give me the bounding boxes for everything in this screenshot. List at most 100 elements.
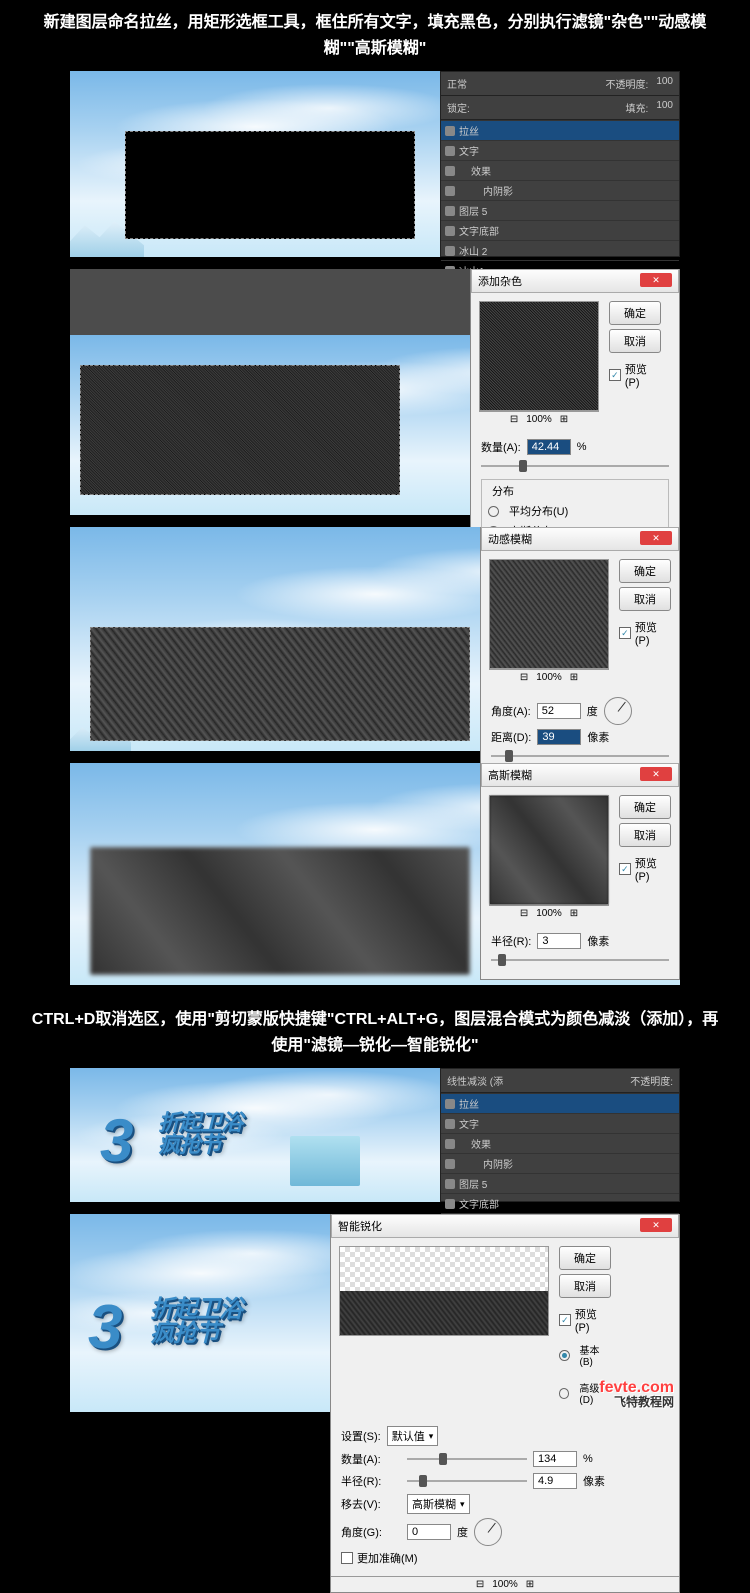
preview-image	[340, 1291, 548, 1335]
zoom-minus-icon[interactable]: ⊟	[476, 1579, 484, 1590]
distance-slider[interactable]	[491, 749, 669, 763]
amount-input[interactable]: 42.44	[527, 439, 571, 455]
zoom-minus-icon[interactable]: ⊟	[520, 908, 528, 919]
dialog-titlebar[interactable]: 动感模糊 ✕	[481, 527, 679, 551]
layer-name: 拉丝	[459, 123, 479, 138]
layer-row[interactable]: 图层 5	[441, 200, 679, 220]
radius-input[interactable]: 3	[537, 933, 581, 949]
visibility-icon[interactable]	[445, 1139, 455, 1149]
radius-slider[interactable]	[407, 1474, 527, 1488]
layer-row[interactable]: 文字	[441, 140, 679, 160]
visibility-icon[interactable]	[445, 1119, 455, 1129]
layer-row[interactable]: 文字底部	[441, 1193, 679, 1213]
layer-row[interactable]: 内阴影	[441, 1153, 679, 1173]
visibility-icon[interactable]	[445, 1199, 455, 1209]
preview-checkbox[interactable]: ✓	[619, 627, 631, 639]
remove-select[interactable]: 高斯模糊	[407, 1494, 470, 1514]
canvas-sky	[70, 71, 440, 257]
section-result: 3 折起卫浴 疯抢节 线性减淡 (添 不透明度: 拉丝文字效果内阴影图层 5文字…	[70, 1068, 680, 1202]
amount-input[interactable]: 134	[533, 1451, 577, 1467]
zoom-plus-icon[interactable]: ⊞	[526, 1579, 534, 1590]
3d-number: 3	[88, 1292, 121, 1363]
layer-row[interactable]: 图层 5	[441, 1173, 679, 1193]
preview-zoom: ⊟ 100% ⊞	[479, 411, 599, 427]
layers-panel: 正常 不透明度: 100 锁定: 填充: 100 拉丝文字效果内阴影图层 5文字…	[440, 71, 680, 257]
layer-row[interactable]: 文字底部	[441, 220, 679, 240]
visibility-icon[interactable]	[445, 246, 455, 256]
uniform-radio[interactable]	[488, 506, 499, 517]
preview-checkbox[interactable]: ✓	[619, 863, 631, 875]
visibility-icon[interactable]	[445, 186, 455, 196]
cancel-button[interactable]: 取消	[619, 587, 671, 611]
cancel-button[interactable]: 取消	[559, 1274, 611, 1298]
layer-row[interactable]: 效果	[441, 160, 679, 180]
dialog-titlebar[interactable]: 高斯模糊 ✕	[481, 763, 679, 787]
preview-checkbox[interactable]: ✓	[609, 369, 621, 381]
angle-dial[interactable]	[474, 1518, 502, 1546]
amount-unit: %	[583, 1453, 593, 1465]
accurate-checkbox[interactable]	[341, 1552, 353, 1564]
blend-mode-select[interactable]: 正常	[447, 76, 467, 91]
radius-input[interactable]: 4.9	[533, 1473, 577, 1489]
preview-checkbox[interactable]: ✓	[559, 1314, 571, 1326]
sharpen-angle-input[interactable]: 0	[407, 1524, 451, 1540]
zoom-plus-icon[interactable]: ⊞	[570, 908, 578, 919]
canvas-sky: 3 折起卫浴 疯抢节	[70, 1068, 440, 1202]
preview-checker	[340, 1247, 548, 1291]
advanced-radio[interactable]	[559, 1388, 569, 1399]
layer-row[interactable]: 拉丝	[441, 120, 679, 140]
dialog-titlebar[interactable]: 智能锐化 ✕	[331, 1214, 679, 1238]
radius-slider[interactable]	[491, 953, 669, 967]
dialog-titlebar[interactable]: 添加杂色 ✕	[471, 269, 679, 293]
fill-label: 填充:	[626, 100, 649, 115]
visibility-icon[interactable]	[445, 1159, 455, 1169]
fill-value[interactable]: 100	[656, 100, 673, 115]
preview-zoom: ⊟ 100% ⊞	[489, 905, 609, 921]
visibility-icon[interactable]	[445, 226, 455, 236]
settings-select[interactable]: 默认值	[387, 1426, 439, 1446]
cancel-button[interactable]: 取消	[619, 823, 671, 847]
zoom-plus-icon[interactable]: ⊞	[560, 414, 568, 425]
visibility-icon[interactable]	[445, 126, 455, 136]
layer-row[interactable]: 文字	[441, 1113, 679, 1133]
visibility-icon[interactable]	[445, 166, 455, 176]
close-icon[interactable]: ✕	[640, 767, 672, 781]
visibility-icon[interactable]	[445, 206, 455, 216]
distance-unit: 像素	[587, 729, 609, 745]
blend-mode-select[interactable]: 线性减淡 (添	[447, 1073, 503, 1088]
layer-row[interactable]: 效果	[441, 1133, 679, 1153]
zoom-plus-icon[interactable]: ⊞	[570, 672, 578, 683]
visibility-icon[interactable]	[445, 146, 455, 156]
zoom-minus-icon[interactable]: ⊟	[510, 414, 518, 425]
layer-row[interactable]: 冰山 2	[441, 240, 679, 260]
ok-button[interactable]: 确定	[619, 559, 671, 583]
ok-button[interactable]: 确定	[619, 795, 671, 819]
angle-dial[interactable]	[604, 697, 632, 725]
layer-name: 冰山 2	[459, 243, 487, 258]
ok-button[interactable]: 确定	[609, 301, 661, 325]
layer-row[interactable]: 内阴影	[441, 180, 679, 200]
close-icon[interactable]: ✕	[640, 531, 672, 545]
visibility-icon[interactable]	[445, 1099, 455, 1109]
cancel-button[interactable]: 取消	[609, 329, 661, 353]
layer-row[interactable]: 拉丝	[441, 1093, 679, 1113]
amount-slider[interactable]	[407, 1452, 527, 1466]
lock-label: 锁定:	[447, 100, 470, 115]
opacity-value[interactable]: 100	[656, 76, 673, 91]
radius-unit: 像素	[583, 1473, 605, 1489]
distance-input[interactable]: 39	[537, 729, 581, 745]
preview-label: 预览(P)	[625, 361, 661, 389]
basic-radio[interactable]	[559, 1350, 570, 1361]
ok-button[interactable]: 确定	[559, 1246, 611, 1270]
watermark-sub: 飞特教程网	[614, 1396, 674, 1408]
angle-input[interactable]: 52	[537, 703, 581, 719]
amount-slider[interactable]	[481, 459, 669, 473]
close-icon[interactable]: ✕	[640, 1218, 672, 1232]
zoom-value: 100%	[536, 908, 562, 919]
visibility-icon[interactable]	[445, 1179, 455, 1189]
remove-label: 移去(V):	[341, 1496, 401, 1512]
close-icon[interactable]: ✕	[640, 273, 672, 287]
section-black-fill: 正常 不透明度: 100 锁定: 填充: 100 拉丝文字效果内阴影图层 5文字…	[70, 71, 680, 257]
preview-image	[490, 796, 608, 904]
zoom-minus-icon[interactable]: ⊟	[520, 672, 528, 683]
